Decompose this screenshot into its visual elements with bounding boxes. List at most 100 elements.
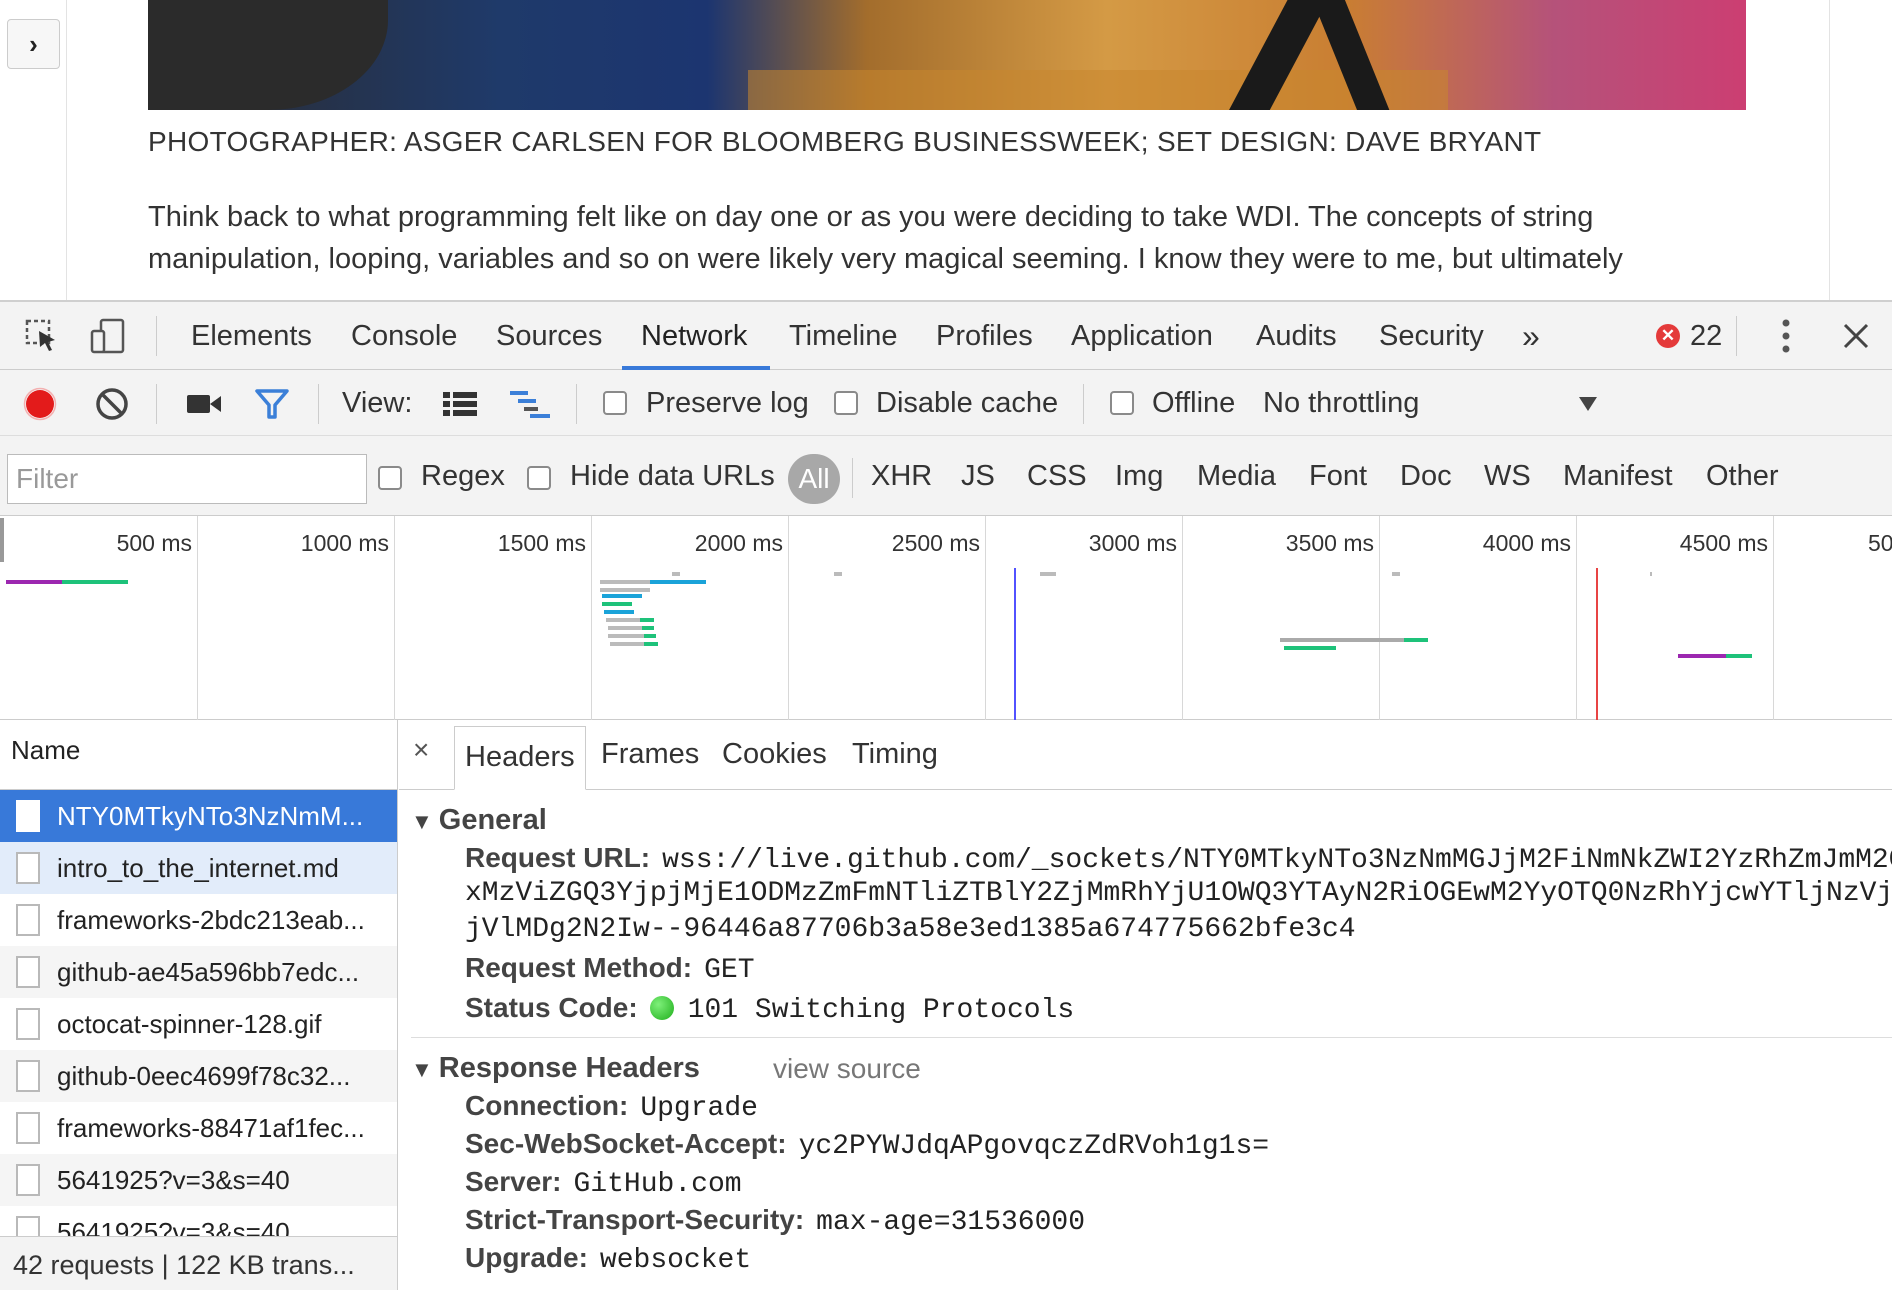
capture-screenshots-icon[interactable]: [184, 384, 224, 424]
response-header-row: Strict-Transport-Security: max-age=315360…: [465, 1204, 1086, 1238]
type-filter-img[interactable]: Img: [1115, 450, 1163, 502]
article-line: Think back to what programming felt like…: [148, 201, 1594, 233]
devtools-panel: Elements Console Sources Network Timelin…: [0, 300, 1892, 1290]
error-counter[interactable]: ✕ 22: [1656, 302, 1722, 370]
websocket-file-icon: [16, 800, 40, 832]
request-summary: 42 requests | 122 KB trans...: [0, 1236, 397, 1290]
request-method-row: Request Method: GET: [465, 952, 755, 986]
record-icon[interactable]: [20, 384, 60, 424]
tab-console[interactable]: Console: [351, 302, 457, 370]
offline-checkbox[interactable]: [1110, 391, 1134, 415]
network-filterbar: Regex Hide data URLs All XHR JS CSS Img …: [0, 436, 1892, 516]
hide-data-urls-label: Hide data URLs: [570, 460, 775, 492]
tab-cookies[interactable]: Cookies: [722, 724, 827, 784]
type-filter-doc[interactable]: Doc: [1400, 450, 1452, 502]
request-row[interactable]: intro_to_the_internet.md: [0, 842, 397, 894]
network-overview[interactable]: 500 ms 1000 ms 1500 ms 2000 ms 2500 ms 3…: [0, 516, 1892, 720]
request-detail: × Headers Frames Cookies Timing ▼ General…: [399, 720, 1892, 1290]
tab-elements[interactable]: Elements: [191, 302, 312, 370]
type-filter-font[interactable]: Font: [1309, 450, 1367, 502]
regex-checkbox[interactable]: [378, 466, 402, 490]
hide-data-urls-checkbox[interactable]: [527, 466, 551, 490]
chevron-right-icon: ›: [29, 28, 38, 59]
request-row[interactable]: 5641925?v=3&s=40: [0, 1154, 397, 1206]
device-toolbar-icon[interactable]: [88, 316, 128, 356]
filter-icon[interactable]: [252, 384, 292, 424]
close-devtools-icon[interactable]: [1836, 316, 1876, 356]
offline-label: Offline: [1152, 387, 1236, 419]
stylesheet-file-icon: [16, 904, 40, 936]
overview-waterfall-icon[interactable]: [508, 384, 552, 424]
preserve-log-label: Preserve log: [646, 387, 809, 419]
article-paragraph: Think back to what programming felt like…: [148, 196, 1748, 280]
tab-profiles[interactable]: Profiles: [936, 302, 1033, 370]
close-detail-icon[interactable]: ×: [413, 734, 429, 766]
disable-cache-label: Disable cache: [876, 387, 1059, 419]
kebab-menu-icon[interactable]: [1768, 316, 1804, 356]
filter-input[interactable]: [7, 454, 367, 504]
status-success-icon: [649, 996, 674, 1020]
name-column-header[interactable]: Name: [0, 720, 397, 790]
request-row[interactable]: github-0eec4699f78c32...: [0, 1050, 397, 1102]
request-url-continuation: jVlMDg2N2Iw--96446a87706b3a58e3ed1385a67…: [465, 914, 1356, 945]
tab-timeline[interactable]: Timeline: [789, 302, 898, 370]
overview-tick: 1000 ms: [300, 530, 389, 556]
page-sidebar: ›: [0, 0, 67, 300]
network-toolbar: View: Preserve log Disable cache Offline…: [0, 370, 1892, 436]
avatar-image-icon: [16, 1164, 40, 1196]
throttling-select[interactable]: No throttling: [1263, 370, 1419, 436]
preserve-log-checkbox[interactable]: [603, 391, 627, 415]
response-header-row: Server: GitHub.com: [465, 1166, 742, 1200]
photo-caption: PHOTOGRAPHER: ASGER CARLSEN FOR BLOOMBER…: [148, 126, 1542, 157]
overview-tick: 50: [1868, 530, 1892, 556]
stylesheet-file-icon: [16, 956, 40, 988]
type-filter-media[interactable]: Media: [1197, 450, 1276, 502]
expand-sidebar-button[interactable]: ›: [7, 19, 60, 69]
response-header-row: Sec-WebSocket-Accept: yc2PYWJdqAPgovqczZd…: [465, 1128, 1270, 1162]
disable-cache-checkbox[interactable]: [834, 391, 858, 415]
request-row[interactable]: frameworks-2bdc213eab...: [0, 894, 397, 946]
overview-tick: 3000 ms: [1088, 530, 1177, 556]
view-source-link[interactable]: view source: [773, 1053, 921, 1085]
type-filter-xhr[interactable]: XHR: [871, 450, 932, 502]
document-file-icon: [16, 852, 40, 884]
response-headers-toggle[interactable]: ▼ Response Headers: [411, 1052, 700, 1085]
overview-tick: 1500 ms: [497, 530, 586, 556]
type-filter-ws[interactable]: WS: [1484, 450, 1531, 502]
general-section-toggle[interactable]: ▼ General: [411, 804, 547, 837]
tab-audits[interactable]: Audits: [1256, 302, 1337, 370]
type-filter-js[interactable]: JS: [961, 450, 995, 502]
type-filter-other[interactable]: Other: [1706, 450, 1779, 502]
expanded-triangle-icon: ▼: [411, 809, 433, 834]
error-count: 22: [1690, 319, 1723, 352]
request-row[interactable]: frameworks-88471af1fec...: [0, 1102, 397, 1154]
type-filter-css[interactable]: CSS: [1027, 450, 1087, 502]
overview-tick: 500 ms: [116, 530, 192, 556]
request-list: Name NTY0MTkyNTo3NzNmM... intro_to_the_i…: [0, 720, 398, 1290]
article-line: manipulation, looping, variables and so …: [148, 243, 1623, 275]
tab-frames[interactable]: Frames: [601, 724, 699, 784]
detail-tabbar: × Headers Frames Cookies Timing: [399, 720, 1892, 790]
more-tabs-icon[interactable]: »: [1522, 302, 1540, 370]
error-icon: ✕: [1656, 324, 1680, 348]
throttling-dropdown-icon[interactable]: [1576, 384, 1600, 424]
hero-photo: [148, 0, 1746, 110]
response-header-row: Upgrade: websocket: [465, 1242, 752, 1276]
devtools-tabbar: Elements Console Sources Network Timelin…: [0, 302, 1892, 370]
request-url-row: Request URL: wss://live.github.com/_socke…: [465, 842, 1892, 876]
request-row[interactable]: NTY0MTkyNTo3NzNmM...: [0, 790, 397, 842]
type-filter-manifest[interactable]: Manifest: [1563, 450, 1673, 502]
tab-network[interactable]: Network: [641, 302, 747, 370]
tab-timing[interactable]: Timing: [852, 724, 938, 784]
inspect-element-icon[interactable]: [22, 316, 62, 356]
request-row[interactable]: github-ae45a596bb7edc...: [0, 946, 397, 998]
type-filter-all[interactable]: All: [788, 454, 840, 504]
clear-icon[interactable]: [92, 384, 132, 424]
tab-headers[interactable]: Headers: [454, 726, 586, 790]
tab-application[interactable]: Application: [1071, 302, 1213, 370]
request-row[interactable]: octocat-spinner-128.gif: [0, 998, 397, 1050]
large-rows-icon[interactable]: [440, 384, 480, 424]
status-code-row: Status Code: 101 Switching Protocols: [465, 992, 1075, 1026]
tab-sources[interactable]: Sources: [496, 302, 602, 370]
tab-security[interactable]: Security: [1379, 302, 1484, 370]
